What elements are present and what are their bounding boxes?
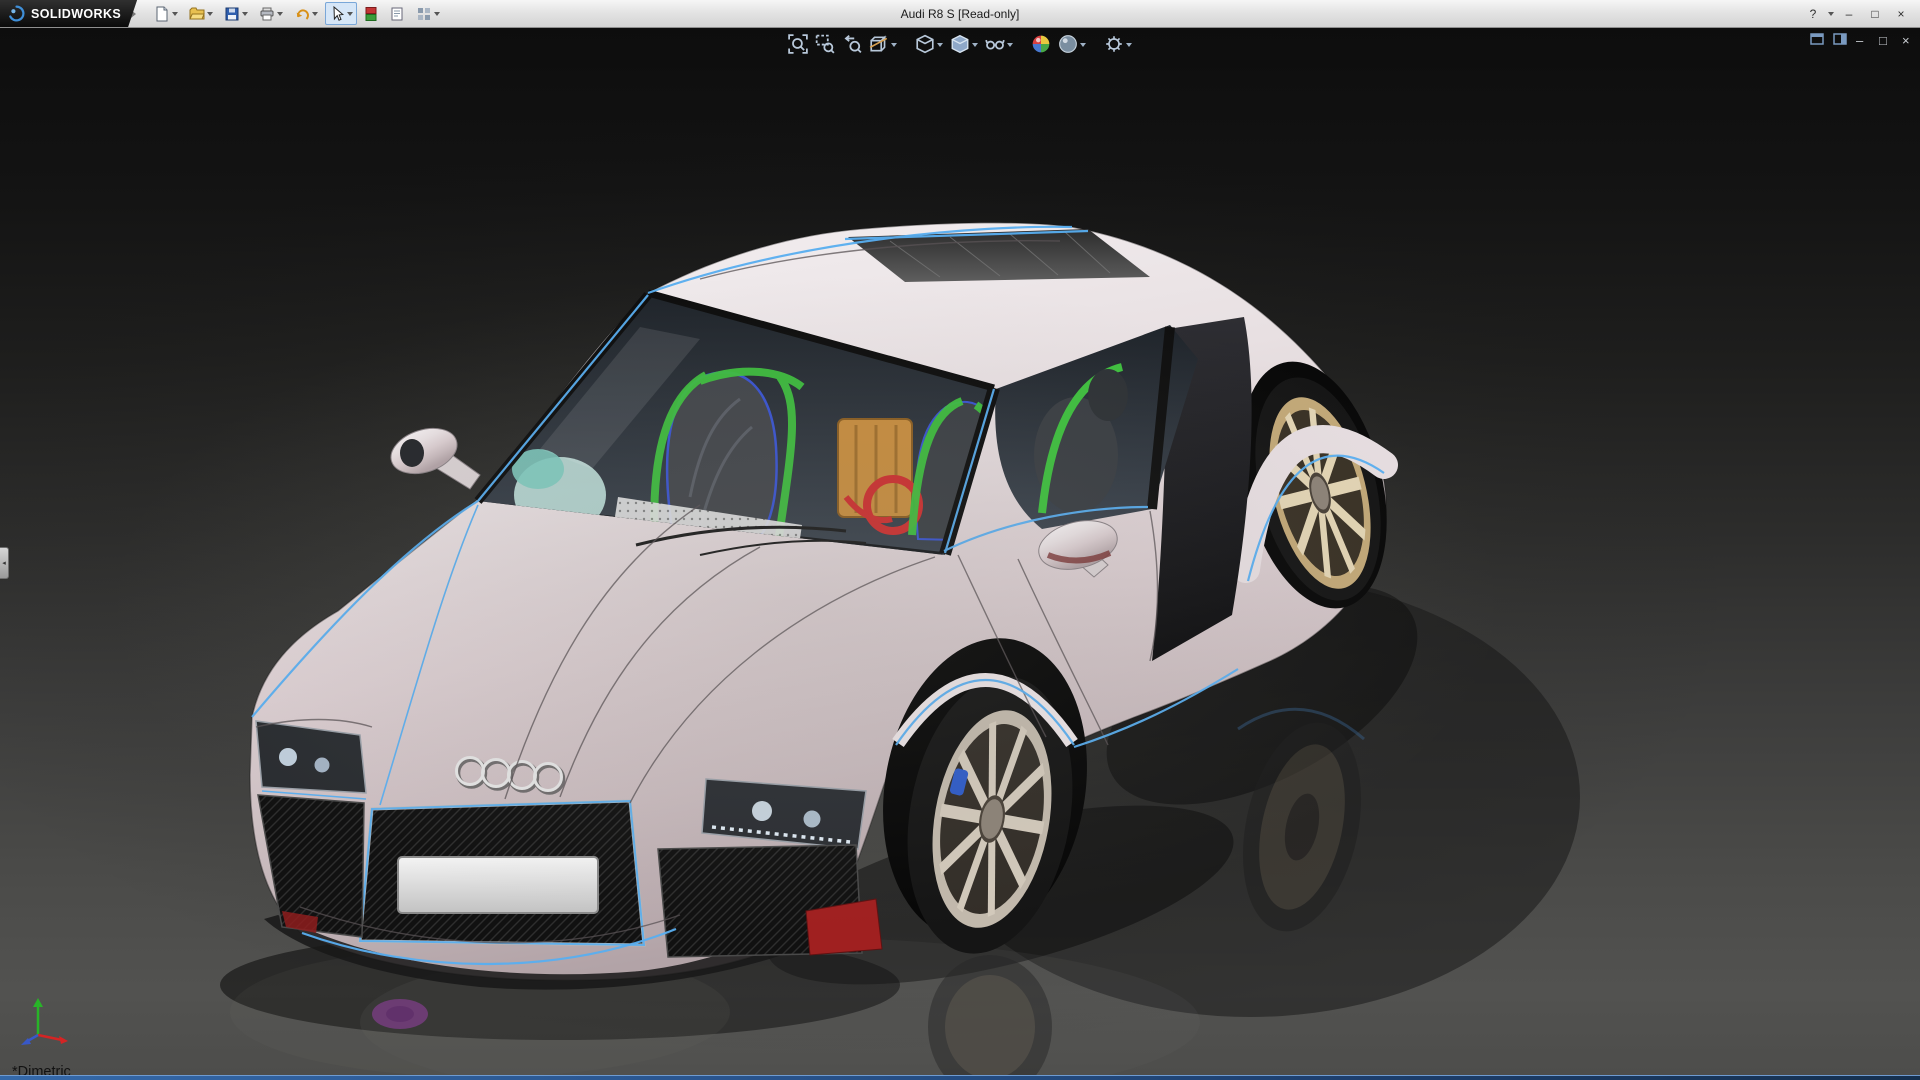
dropdown-caret — [891, 42, 897, 50]
view-orientation-button[interactable] — [914, 33, 944, 55]
doc-minimize-button[interactable]: – — [1850, 33, 1866, 48]
view-orientation-cube-icon — [916, 34, 934, 54]
3d-scene[interactable] — [0, 27, 1920, 1075]
zoom-to-fit-icon — [788, 34, 808, 54]
print-button[interactable] — [255, 2, 287, 25]
undo-button[interactable] — [290, 2, 322, 25]
taskbar-edge — [0, 1075, 1920, 1080]
select-button[interactable] — [325, 2, 358, 25]
close-button[interactable]: × — [1890, 4, 1912, 24]
dropdown-caret — [172, 12, 179, 19]
graphics-viewport[interactable]: – □ × ◂ *Dimetric — [0, 27, 1920, 1075]
apply-scene-button[interactable] — [1057, 33, 1087, 55]
dropdown-caret — [312, 12, 319, 19]
dropdown-caret — [972, 42, 978, 50]
select-cursor-icon — [333, 5, 345, 21]
titlebar: SOLIDWORKS Audi R8 S [Read-only] ? – □ × — [0, 0, 1920, 28]
zoom-to-fit-button[interactable] — [787, 33, 809, 55]
solidworks-window: { "window": { "brand": "SOLIDWORKS", "ti… — [0, 0, 1920, 1080]
edit-appearance-ball-icon — [1032, 35, 1050, 53]
dropdown-caret — [434, 12, 441, 19]
section-view-button[interactable] — [868, 33, 898, 55]
apply-scene-ball-icon — [1059, 35, 1077, 53]
hide-show-glasses-icon — [985, 39, 1005, 50]
open-button[interactable] — [185, 2, 217, 25]
dropdown-caret — [937, 42, 943, 50]
featuremanager-splitter-handle[interactable]: ◂ — [0, 547, 9, 579]
headsup-view-toolbar — [787, 33, 1133, 55]
new-document-icon — [156, 6, 168, 21]
minimize-button[interactable]: – — [1838, 4, 1860, 24]
open-folder-icon — [189, 7, 205, 19]
dropdown-caret — [1828, 12, 1834, 19]
zoom-to-area-icon — [815, 34, 835, 54]
hide-show-items-button[interactable] — [984, 33, 1014, 55]
view-orientation-label: *Dimetric — [12, 1064, 71, 1075]
save-icon — [225, 7, 239, 20]
document-window-controls: – □ × — [1804, 32, 1912, 48]
save-button[interactable] — [220, 2, 252, 25]
xpress-products-icon — [365, 6, 377, 21]
dropdown-caret — [242, 12, 249, 19]
undo-icon — [296, 8, 310, 20]
dropdown-caret — [1007, 42, 1013, 50]
task-pane-icon-1[interactable] — [1804, 32, 1824, 48]
dropdown-caret — [207, 12, 214, 19]
file-properties-button[interactable] — [385, 2, 409, 25]
options-button[interactable] — [412, 2, 444, 25]
edit-appearance-button[interactable] — [1030, 33, 1052, 55]
dropdown-caret — [1126, 42, 1132, 50]
previous-view-button[interactable] — [841, 33, 863, 55]
doc-close-button[interactable]: × — [1896, 33, 1912, 48]
xpress-products-button[interactable] — [360, 2, 382, 25]
display-style-icon — [951, 34, 969, 54]
maximize-button[interactable]: □ — [1864, 4, 1886, 24]
zoom-to-area-button[interactable] — [814, 33, 836, 55]
previous-view-icon — [844, 34, 862, 53]
main-toolbar — [140, 2, 444, 25]
solidworks-logo: SOLIDWORKS — [0, 0, 137, 27]
view-settings-button[interactable] — [1103, 33, 1133, 55]
display-style-button[interactable] — [949, 33, 979, 55]
window-controls: ? – □ × — [1802, 4, 1920, 24]
new-document-button[interactable] — [150, 2, 182, 25]
print-icon — [260, 7, 274, 20]
brand-text: SOLIDWORKS — [31, 6, 122, 21]
dropdown-caret — [277, 12, 284, 19]
help-button[interactable]: ? — [1802, 4, 1824, 24]
task-pane-icon-2[interactable] — [1827, 32, 1847, 48]
view-settings-icon — [1106, 36, 1122, 52]
3ds-logo-icon — [8, 5, 25, 22]
options-grid-icon — [418, 7, 431, 20]
orientation-triad — [21, 998, 68, 1045]
section-view-icon — [869, 35, 888, 52]
dropdown-caret — [347, 12, 354, 19]
file-properties-icon — [391, 7, 403, 20]
dropdown-caret — [1080, 42, 1086, 50]
doc-restore-button[interactable]: □ — [1873, 33, 1889, 48]
